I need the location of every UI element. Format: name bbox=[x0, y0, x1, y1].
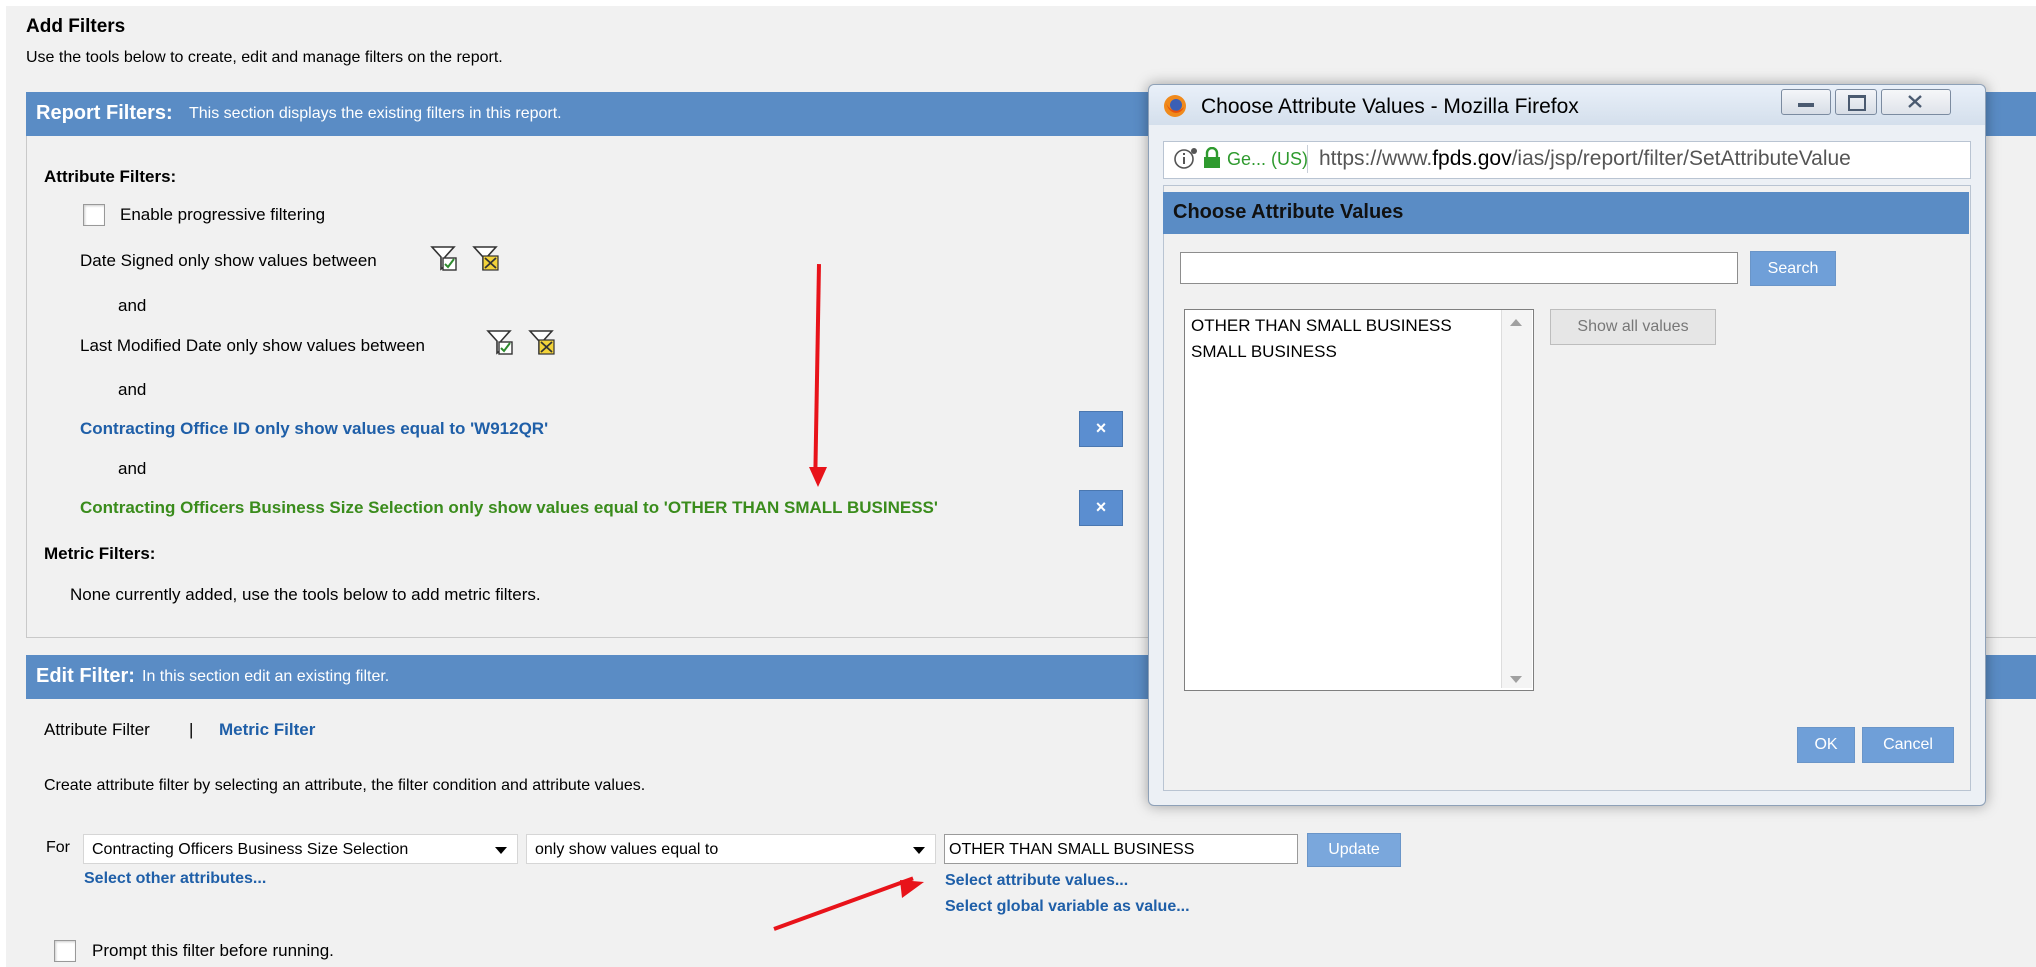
filter-edit-icon[interactable] bbox=[430, 244, 460, 274]
tab-attribute-filter[interactable]: Attribute Filter bbox=[44, 720, 150, 740]
filter-clear-icon[interactable] bbox=[472, 244, 502, 274]
progressive-filtering-checkbox[interactable] bbox=[83, 204, 105, 226]
attribute-value-input[interactable]: OTHER THAN SMALL BUSINESS bbox=[944, 834, 1298, 864]
select-global-variable-link[interactable]: Select global variable as value... bbox=[945, 898, 1190, 916]
report-filters-description: This section displays the existing filte… bbox=[189, 105, 562, 122]
show-all-values-button[interactable]: Show all values bbox=[1550, 309, 1716, 345]
list-item[interactable]: OTHER THAN SMALL BUSINESS bbox=[1191, 316, 1452, 336]
scroll-down-icon[interactable] bbox=[1509, 675, 1523, 685]
listbox-scrollbar[interactable] bbox=[1501, 310, 1532, 688]
url-divider bbox=[1307, 145, 1308, 173]
site-identity: Ge... (US) bbox=[1227, 149, 1309, 169]
page-title: Add Filters bbox=[26, 16, 126, 37]
and-connector-1: and bbox=[118, 296, 147, 315]
and-connector-3: and bbox=[118, 459, 147, 478]
list-item[interactable]: SMALL BUSINESS bbox=[1191, 342, 1337, 362]
prompt-filter-label: Prompt this filter before running. bbox=[92, 941, 334, 960]
office-id-filter-link[interactable]: Contracting Office ID only show values e… bbox=[80, 419, 548, 439]
attribute-select[interactable]: Contracting Officers Business Size Selec… bbox=[83, 834, 518, 864]
url-text: https://www.fpds.gov/ias/jsp/report/filt… bbox=[1319, 147, 1851, 171]
minimize-button[interactable] bbox=[1781, 89, 1831, 115]
last-modified-filter-text: Last Modified Date only show values betw… bbox=[80, 336, 425, 355]
condition-select-value: only show values equal to bbox=[535, 841, 719, 858]
remove-office-filter-button[interactable]: × bbox=[1079, 411, 1123, 447]
condition-select[interactable]: only show values equal to bbox=[526, 834, 936, 864]
edit-filter-instructions: Create attribute filter by selecting an … bbox=[44, 777, 646, 794]
attribute-filters-label: Attribute Filters: bbox=[44, 167, 177, 186]
ok-button[interactable]: OK bbox=[1797, 727, 1855, 763]
annotation-arrowhead-diagonal bbox=[900, 880, 924, 898]
close-button[interactable] bbox=[1881, 89, 1951, 115]
popup-heading: Choose Attribute Values bbox=[1173, 201, 1404, 223]
page-description: Use the tools below to create, edit and … bbox=[26, 49, 503, 66]
date-signed-filter-text: Date Signed only show values between bbox=[80, 251, 377, 270]
scroll-up-icon[interactable] bbox=[1509, 317, 1523, 327]
for-label: For bbox=[46, 839, 70, 856]
url-prefix: https://www. bbox=[1319, 147, 1433, 170]
cancel-button[interactable]: Cancel bbox=[1862, 727, 1954, 763]
report-filters-label: Report Filters: bbox=[36, 102, 173, 124]
metric-filters-label: Metric Filters: bbox=[44, 544, 156, 563]
select-attribute-values-link[interactable]: Select attribute values... bbox=[945, 872, 1128, 890]
lock-icon bbox=[1204, 147, 1220, 168]
annotation-arrowhead-down bbox=[809, 467, 827, 487]
tab-separator: | bbox=[189, 720, 194, 739]
url-path: /ias/jsp/report/filter/SetAttributeValue bbox=[1511, 147, 1851, 170]
metric-filters-none-text: None currently added, use the tools belo… bbox=[70, 585, 541, 604]
remove-size-filter-button[interactable]: × bbox=[1079, 490, 1123, 526]
attribute-value-text: OTHER THAN SMALL BUSINESS bbox=[949, 841, 1195, 858]
close-icon bbox=[1908, 95, 1922, 108]
attribute-select-value: Contracting Officers Business Size Selec… bbox=[92, 841, 409, 858]
progressive-filtering-label: Enable progressive filtering bbox=[120, 205, 326, 224]
edit-filter-description: In this section edit an existing filter. bbox=[142, 668, 390, 685]
maximize-button[interactable] bbox=[1835, 89, 1877, 115]
and-connector-2: and bbox=[118, 380, 147, 399]
popup-search-button[interactable]: Search bbox=[1750, 251, 1836, 286]
prompt-filter-checkbox[interactable] bbox=[54, 940, 76, 962]
chevron-down-icon bbox=[495, 847, 507, 854]
popup-search-input[interactable] bbox=[1180, 252, 1738, 284]
select-other-attributes-link[interactable]: Select other attributes... bbox=[84, 870, 266, 888]
business-size-filter-link[interactable]: Contracting Officers Business Size Selec… bbox=[80, 498, 938, 518]
filter-clear-icon[interactable] bbox=[528, 328, 558, 358]
attribute-values-listbox[interactable] bbox=[1184, 309, 1534, 691]
info-icon[interactable] bbox=[1173, 147, 1199, 171]
edit-filter-label: Edit Filter: bbox=[36, 665, 135, 687]
filter-edit-icon[interactable] bbox=[486, 328, 516, 358]
url-domain: fpds.gov bbox=[1432, 147, 1512, 170]
firefox-popup-window: Choose Attribute Values - Mozilla Firefo… bbox=[1148, 84, 1986, 806]
window-title: Choose Attribute Values - Mozilla Firefo… bbox=[1201, 95, 1579, 118]
firefox-icon bbox=[1164, 95, 1186, 117]
tab-metric-filter[interactable]: Metric Filter bbox=[219, 720, 315, 740]
update-button[interactable]: Update bbox=[1307, 833, 1401, 867]
chevron-down-icon bbox=[913, 847, 925, 854]
